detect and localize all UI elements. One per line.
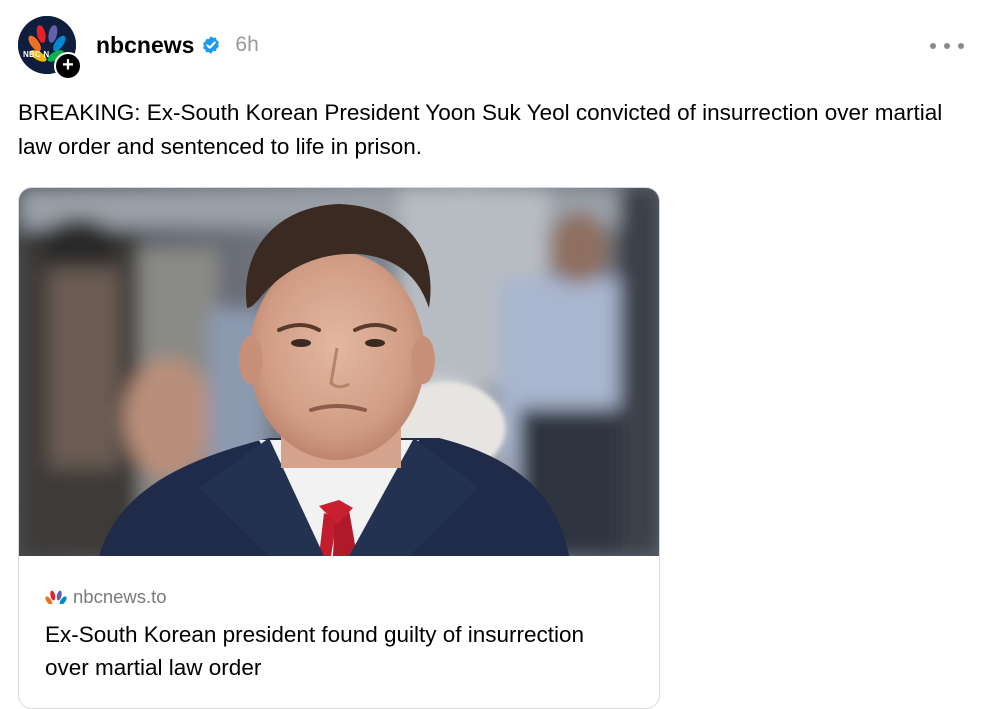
link-preview-card[interactable]: nbcnews.to Ex-South Korean president fou… [18, 187, 660, 709]
author-line: nbcnews 6h [96, 29, 259, 61]
more-options-icon[interactable] [930, 38, 964, 54]
post-text: BREAKING: Ex-South Korean President Yoon… [18, 100, 943, 159]
post-timestamp: 6h [235, 33, 259, 56]
more-dot [930, 43, 936, 49]
follow-plus-icon[interactable]: + [54, 52, 82, 80]
post-header: NBC N + nbcnews 6h [18, 16, 972, 80]
more-dot [958, 43, 964, 49]
link-card-info: nbcnews.to Ex-South Korean president fou… [19, 556, 659, 708]
avatar-abbrev: NBC N [23, 50, 50, 59]
thread-post: NBC N + nbcnews 6h BREAKING: Ex-South Ko… [0, 0, 1000, 709]
author-avatar[interactable]: NBC N + [18, 16, 82, 80]
link-domain-row: nbcnews.to [45, 586, 167, 608]
nbc-peacock-icon [45, 590, 67, 604]
link-domain: nbcnews.to [73, 586, 167, 607]
author-name[interactable]: nbcnews [96, 32, 194, 59]
link-title[interactable]: Ex-South Korean president found guilty o… [45, 618, 605, 684]
verified-badge-icon [203, 36, 220, 54]
news-photo [19, 188, 659, 556]
more-dot [944, 43, 950, 49]
